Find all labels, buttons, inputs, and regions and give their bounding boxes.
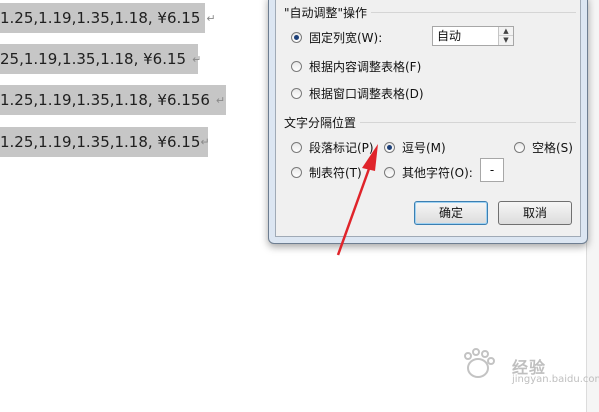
watermark-url: jingyan.baidu.com bbox=[512, 374, 599, 385]
arrow-head bbox=[362, 144, 378, 171]
arrow-shaft bbox=[336, 165, 372, 256]
